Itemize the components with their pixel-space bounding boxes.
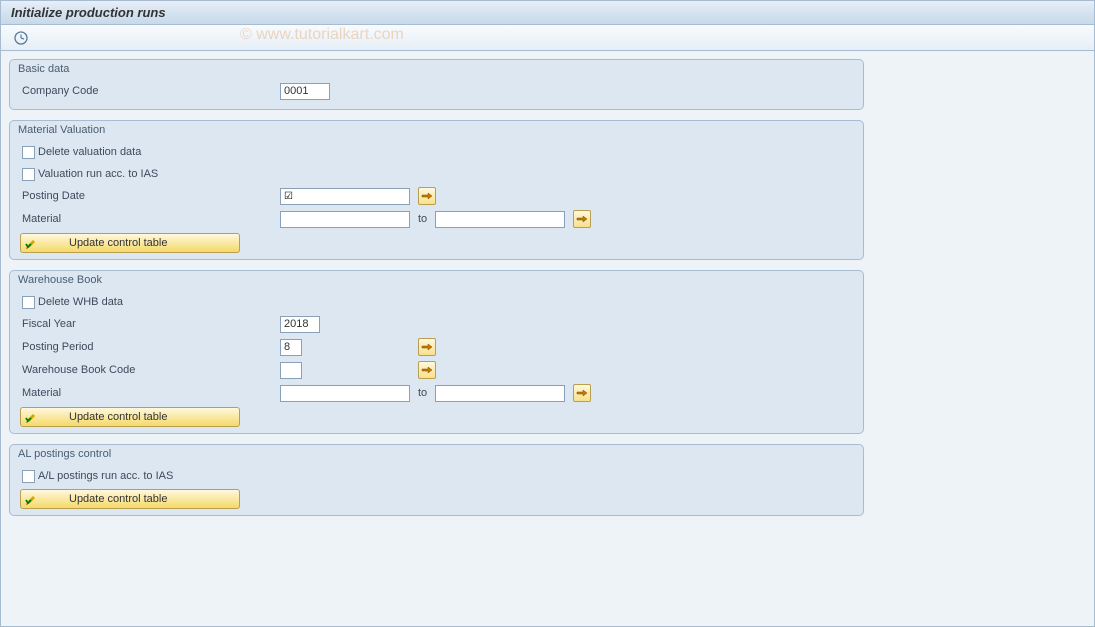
wh-material-to-input[interactable] <box>435 385 565 402</box>
arrow-right-icon <box>576 388 588 398</box>
mv-material-multi-button[interactable] <box>573 210 591 228</box>
fiscal-year-label: Fiscal Year <box>18 318 280 330</box>
al-ias-label[interactable]: A/L postings run acc. to IAS <box>38 470 173 482</box>
content-area: Basic data Company Code Material Valuati… <box>1 51 1094 626</box>
arrow-right-icon <box>576 214 588 224</box>
toolbar <box>1 25 1094 51</box>
pencil-check-icon <box>25 492 39 506</box>
al-update-control-button[interactable]: Update control table <box>20 489 240 509</box>
pencil-check-icon <box>25 410 39 424</box>
whb-code-input[interactable] <box>280 362 302 379</box>
wh-material-to-label: to <box>418 387 427 399</box>
mv-update-control-button[interactable]: Update control table <box>20 233 240 253</box>
execute-button[interactable] <box>11 28 31 48</box>
page-title: Initialize production runs <box>11 5 166 20</box>
company-code-input[interactable] <box>280 83 330 100</box>
posting-date-check-icon: ☑ <box>284 191 293 202</box>
clock-execute-icon <box>13 30 29 46</box>
fiscal-year-input[interactable] <box>280 316 320 333</box>
pencil-check-icon <box>25 236 39 250</box>
wh-update-label: Update control table <box>69 411 167 423</box>
group-basic-data: Basic data Company Code <box>9 59 864 110</box>
mv-material-to-label: to <box>418 213 427 225</box>
mv-material-from-input[interactable] <box>280 211 410 228</box>
posting-date-label: Posting Date <box>18 190 280 202</box>
arrow-right-icon <box>421 191 433 201</box>
group-al-postings: AL postings control A/L postings run acc… <box>9 444 864 516</box>
posting-period-label: Posting Period <box>18 341 280 353</box>
whb-code-label: Warehouse Book Code <box>18 364 280 376</box>
group-title-material-valuation: Material Valuation <box>10 121 863 139</box>
group-title-warehouse: Warehouse Book <box>10 271 863 289</box>
al-update-label: Update control table <box>69 493 167 505</box>
group-material-valuation: Material Valuation Delete valuation data… <box>9 120 864 260</box>
valuation-ias-checkbox[interactable] <box>22 168 35 181</box>
wh-update-control-button[interactable]: Update control table <box>20 407 240 427</box>
posting-period-input[interactable] <box>280 339 302 356</box>
delete-whb-label[interactable]: Delete WHB data <box>38 296 123 308</box>
group-title-al-postings: AL postings control <box>10 445 863 463</box>
arrow-right-icon <box>421 365 433 375</box>
posting-period-multi-button[interactable] <box>418 338 436 356</box>
delete-valuation-checkbox[interactable] <box>22 146 35 159</box>
al-ias-checkbox[interactable] <box>22 470 35 483</box>
arrow-right-icon <box>421 342 433 352</box>
wh-material-multi-button[interactable] <box>573 384 591 402</box>
wh-material-label: Material <box>18 387 280 399</box>
company-code-label: Company Code <box>18 85 280 97</box>
delete-whb-checkbox[interactable] <box>22 296 35 309</box>
wh-material-from-input[interactable] <box>280 385 410 402</box>
posting-date-multi-button[interactable] <box>418 187 436 205</box>
posting-date-input[interactable]: ☑ <box>280 188 410 205</box>
valuation-ias-label[interactable]: Valuation run acc. to IAS <box>38 168 158 180</box>
delete-valuation-label[interactable]: Delete valuation data <box>38 146 141 158</box>
mv-material-to-input[interactable] <box>435 211 565 228</box>
mv-material-label: Material <box>18 213 280 225</box>
title-bar: Initialize production runs <box>1 1 1094 25</box>
whb-code-multi-button[interactable] <box>418 361 436 379</box>
group-warehouse-book: Warehouse Book Delete WHB data Fiscal Ye… <box>9 270 864 434</box>
mv-update-label: Update control table <box>69 237 167 249</box>
group-title-basic: Basic data <box>10 60 863 78</box>
